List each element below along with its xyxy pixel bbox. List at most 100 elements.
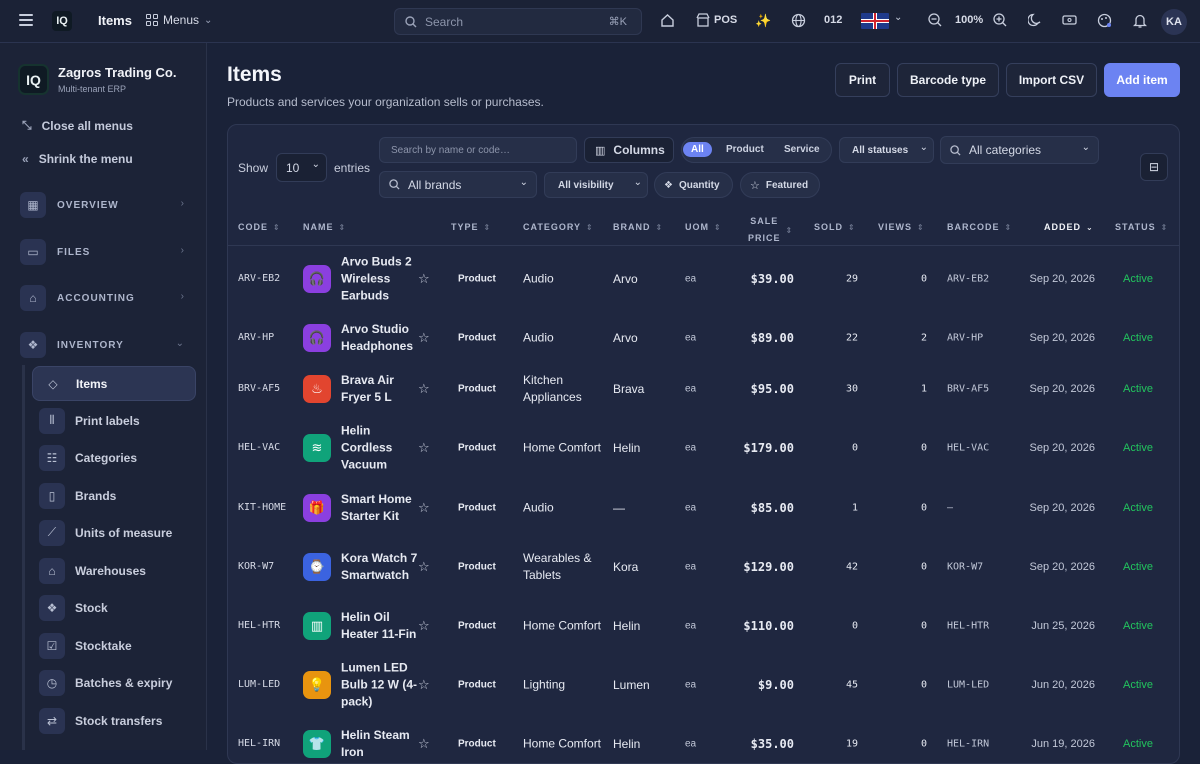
star-icon[interactable]: ☆ bbox=[418, 271, 430, 287]
pos-link[interactable]: POS bbox=[714, 14, 737, 26]
col-header-uom[interactable]: UOM ⇕ bbox=[685, 222, 722, 232]
sparkles-icon[interactable]: ✨ bbox=[755, 13, 771, 29]
cell-name[interactable]: Lumen LED Bulb 12 W (4-pack) bbox=[341, 660, 419, 711]
cell-name[interactable]: Helin Steam Iron bbox=[341, 727, 419, 761]
ticket-icon[interactable] bbox=[1062, 13, 1077, 27]
palette-icon[interactable] bbox=[1097, 13, 1112, 28]
section-inventory[interactable]: ❖ INVENTORY ⌄ bbox=[20, 331, 190, 359]
featured-filter-button[interactable]: ☆ Featured bbox=[740, 172, 820, 198]
cell-name[interactable]: Brava Air Fryer 5 L bbox=[341, 372, 419, 406]
section-accounting[interactable]: ⌂ ACCOUNTING › bbox=[20, 284, 190, 312]
cell-brand: Arvo bbox=[613, 331, 638, 345]
columns-button[interactable]: ▥ Columns bbox=[584, 137, 674, 163]
sidebar-item-print-labels[interactable]: ⦀ Print labels bbox=[32, 403, 196, 438]
star-icon[interactable]: ☆ bbox=[418, 440, 430, 456]
bell-icon[interactable] bbox=[1133, 13, 1147, 28]
add-item-button[interactable]: Add item bbox=[1104, 63, 1180, 97]
entries-select[interactable]: 10 ⌄ bbox=[276, 153, 327, 182]
table-row[interactable]: LUM-LED 💡 Lumen LED Bulb 12 W (4-pack) ☆ Pro… bbox=[228, 651, 1179, 719]
app-logo[interactable]: IQ bbox=[52, 11, 72, 31]
cell-name[interactable]: Smart Home Starter Kit bbox=[341, 491, 419, 525]
status-filter-select[interactable]: All statuses ⌄ bbox=[839, 137, 934, 163]
star-icon[interactable]: ☆ bbox=[418, 677, 430, 693]
zoom-in-icon[interactable] bbox=[993, 13, 1007, 27]
col-header-barcode[interactable]: BARCODE ⇕ bbox=[947, 222, 1012, 232]
sidebar-item-warehouses[interactable]: ⌂ Warehouses bbox=[32, 553, 196, 588]
store-icon[interactable] bbox=[696, 13, 710, 27]
cell-name[interactable]: Helin Oil Heater 11-Fin bbox=[341, 609, 419, 643]
sidebar-item-stocktake[interactable]: ☑ Stocktake bbox=[32, 628, 196, 663]
col-header-type[interactable]: TYPE ⇕ bbox=[451, 222, 491, 232]
star-icon[interactable]: ☆ bbox=[418, 330, 430, 346]
global-search[interactable]: Search ⌘K bbox=[394, 8, 642, 35]
star-icon[interactable]: ☆ bbox=[418, 500, 430, 516]
uk-flag-icon[interactable] bbox=[861, 13, 889, 29]
item-search-input[interactable]: Search by name or code… bbox=[379, 137, 577, 163]
barcode-type-button[interactable]: Barcode type bbox=[897, 63, 999, 97]
sidebar-item-units-of-measure[interactable]: ⟋ Units of measure bbox=[32, 515, 196, 550]
moon-icon[interactable] bbox=[1028, 13, 1042, 27]
shrink-label: Shrink the menu bbox=[38, 152, 133, 166]
zoom-out-icon[interactable] bbox=[928, 13, 942, 27]
col-header-code[interactable]: CODE ⇕ bbox=[238, 222, 281, 232]
import-csv-button[interactable]: Import CSV bbox=[1006, 63, 1097, 97]
section-overview[interactable]: ▦ OVERVIEW › bbox=[20, 191, 190, 219]
col-header-sale-price[interactable]: SALE PRICE ⇕ bbox=[748, 213, 793, 247]
table-row[interactable]: BRV-AF5 ♨ Brava Air Fryer 5 L ☆ Product Kitch… bbox=[228, 364, 1179, 414]
cell-name[interactable]: Kora Watch 7 Smartwatch bbox=[341, 550, 419, 584]
segment-product[interactable]: Product bbox=[718, 142, 772, 157]
cell-uom: ea bbox=[685, 273, 697, 285]
sidebar-item-items[interactable]: ◇ Items bbox=[32, 366, 196, 401]
col-header-status[interactable]: STATUS ⇕ bbox=[1115, 222, 1168, 232]
brand-filter-select[interactable]: All brands ⌄ bbox=[379, 171, 537, 198]
quantity-label: Quantity bbox=[678, 179, 720, 191]
star-icon[interactable]: ☆ bbox=[418, 381, 430, 397]
status-badge: Active bbox=[1123, 738, 1153, 750]
cell-barcode: LUM-LED bbox=[947, 679, 990, 691]
col-header-category[interactable]: CATEGORY ⇕ bbox=[523, 222, 594, 232]
year-indicator[interactable]: 012 bbox=[824, 14, 842, 26]
star-icon[interactable]: ☆ bbox=[418, 559, 430, 575]
sidebar-item-stock[interactable]: ❖ Stock bbox=[32, 590, 196, 625]
segment-all[interactable]: All bbox=[683, 142, 712, 157]
close-all-menus-button[interactable]: ⤡ Close all menus bbox=[22, 118, 133, 133]
org-name[interactable]: Zagros Trading Co. bbox=[58, 65, 176, 80]
table-row[interactable]: HEL-HTR ▥ Helin Oil Heater 11-Fin ☆ Product H… bbox=[228, 601, 1179, 651]
table-row[interactable]: ARV-HP 🎧 Arvo Studio Headphones ☆ Product Aud… bbox=[228, 313, 1179, 363]
table-row[interactable]: HEL-VAC ≋ Helin Cordless Vacuum ☆ Product Hom… bbox=[228, 414, 1179, 482]
segment-service[interactable]: Service bbox=[776, 142, 828, 157]
sidebar-item-stock-transfers[interactable]: ⇄ Stock transfers bbox=[32, 703, 196, 738]
section-files[interactable]: ▭ FILES › bbox=[20, 238, 190, 266]
user-avatar[interactable]: KA bbox=[1161, 9, 1187, 35]
cell-name[interactable]: Arvo Studio Headphones bbox=[341, 321, 419, 355]
quantity-filter-button[interactable]: ❖ Quantity bbox=[654, 172, 733, 198]
home-icon[interactable] bbox=[660, 13, 675, 28]
col-header-added[interactable]: ADDED ⌄ bbox=[1044, 222, 1094, 232]
table-row[interactable]: ARV-EB2 🎧 Arvo Buds 2 Wireless Earbuds ☆ Pro… bbox=[228, 245, 1179, 313]
col-header-name[interactable]: NAME ⇕ bbox=[303, 222, 346, 232]
table-row[interactable]: HEL-IRN 👕 Helin Steam Iron ☆ Product Home Com… bbox=[228, 719, 1179, 763]
table-row[interactable]: KOR-W7 ⌚ Kora Watch 7 Smartwatch ☆ Product We… bbox=[228, 533, 1179, 601]
col-header-views[interactable]: VIEWS ⇕ bbox=[878, 222, 925, 232]
sidebar-item-batches-expiry[interactable]: ◷ Batches & expiry bbox=[32, 665, 196, 700]
shrink-menu-button[interactable]: « Shrink the menu bbox=[22, 152, 133, 166]
table-row[interactable]: KIT-HOME 🎁 Smart Home Starter Kit ☆ Product A… bbox=[228, 483, 1179, 533]
cell-name[interactable]: Arvo Buds 2 Wireless Earbuds bbox=[341, 254, 419, 305]
visibility-filter-select[interactable]: All visibility ⌄ bbox=[544, 172, 648, 198]
category-filter-select[interactable]: All categories ⌄ bbox=[940, 136, 1099, 164]
menus-label: Menus bbox=[163, 13, 200, 27]
chevron-down-icon: ⌄ bbox=[919, 142, 928, 153]
cell-sold: 42 bbox=[845, 561, 858, 573]
menus-dropdown[interactable]: Menus ⌄ bbox=[146, 13, 212, 27]
col-header-brand[interactable]: BRAND ⇕ bbox=[613, 222, 663, 232]
sidebar-item-brands[interactable]: ▯ Brands bbox=[32, 478, 196, 513]
col-header-sold[interactable]: SOLD ⇕ bbox=[814, 222, 856, 232]
cell-name[interactable]: Helin Cordless Vacuum bbox=[341, 423, 419, 474]
star-icon[interactable]: ☆ bbox=[418, 618, 430, 634]
hamburger-menu-icon[interactable] bbox=[19, 14, 33, 26]
sidebar-item-categories[interactable]: ☷ Categories bbox=[32, 440, 196, 475]
density-toggle-button[interactable]: ⊟ bbox=[1140, 153, 1168, 181]
print-button[interactable]: Print bbox=[835, 63, 890, 97]
globe-icon[interactable] bbox=[791, 13, 806, 28]
chevron-down-icon[interactable]: ⌄ bbox=[894, 12, 902, 23]
